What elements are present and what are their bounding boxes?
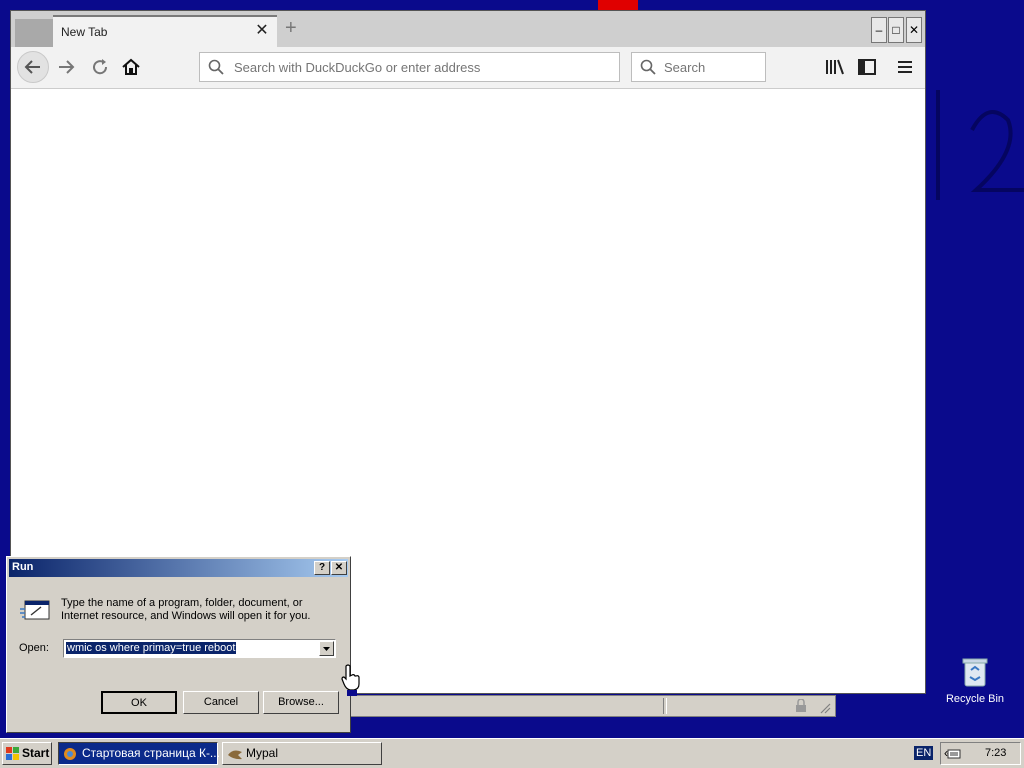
minimize-button[interactable]: –: [871, 17, 887, 43]
run-program-icon: [20, 600, 50, 620]
language-indicator[interactable]: EN: [914, 746, 934, 760]
new-tab-button[interactable]: +: [285, 17, 297, 40]
task-label: Mypal: [246, 746, 279, 760]
back-button[interactable]: [17, 51, 49, 83]
sidebar-icon[interactable]: [857, 58, 877, 76]
maximize-button[interactable]: □: [888, 17, 904, 43]
home-icon[interactable]: [120, 56, 142, 78]
address-input[interactable]: [232, 59, 616, 76]
open-combobox[interactable]: wmic os where primay=true reboot: [63, 639, 336, 658]
address-bar[interactable]: [199, 52, 620, 82]
recycle-bin-label: Recycle Bin: [945, 693, 1005, 705]
tab-new-tab[interactable]: New Tab ✕: [53, 15, 277, 47]
task-label: Стартовая страница К-...: [82, 746, 220, 760]
close-button[interactable]: ✕: [906, 17, 922, 43]
dialog-close-button[interactable]: ✕: [331, 561, 347, 575]
keyboard-icon[interactable]: [947, 748, 961, 760]
start-button[interactable]: Start: [2, 742, 52, 765]
dialog-description: Type the name of a program, folder, docu…: [61, 597, 311, 622]
search-input[interactable]: [662, 59, 761, 76]
recycle-bin-icon: [962, 658, 988, 687]
forward-arrow-icon[interactable]: [55, 56, 77, 78]
tab-strip: New Tab ✕ + – □ ✕: [11, 11, 925, 47]
recycle-bin-shortcut[interactable]: Recycle Bin: [940, 656, 1010, 708]
chevron-down-icon: [323, 647, 330, 651]
library-icon[interactable]: [825, 58, 845, 76]
taskbar: Start Стартовая страница К-... Mypal EN …: [0, 738, 1024, 768]
run-dialog: Run ? ✕ Type the name of a program, fold…: [6, 556, 351, 733]
clock[interactable]: 7:23: [985, 747, 1006, 759]
drag-indicator: [347, 690, 357, 696]
reload-icon[interactable]: [89, 56, 111, 78]
open-input[interactable]: wmic os where primay=true reboot: [66, 642, 237, 654]
tab-title: New Tab: [61, 25, 108, 39]
task-start-page[interactable]: Стартовая страница К-...: [58, 742, 220, 765]
dropdown-button[interactable]: [319, 641, 334, 656]
navigation-toolbar: [11, 47, 925, 89]
cancel-button[interactable]: Cancel: [183, 691, 259, 714]
task-mypal[interactable]: Mypal: [222, 742, 382, 765]
search-icon: [208, 59, 224, 75]
lock-icon: [796, 699, 806, 712]
mypal-icon: [228, 750, 242, 760]
hand-cursor-icon: [341, 664, 360, 691]
resize-grip-icon[interactable]: [819, 702, 831, 714]
dialog-title: Run: [12, 561, 34, 573]
system-tray: « 7:23: [940, 742, 1021, 765]
open-label: Open:: [19, 642, 49, 654]
tab-close-icon[interactable]: ✕: [253, 20, 271, 40]
windows-logo-icon: [6, 747, 19, 760]
background-window-statusbar: [346, 695, 836, 717]
back-arrow-icon: [24, 60, 40, 74]
menu-icon[interactable]: [895, 58, 915, 76]
dialog-title-bar[interactable]: Run ? ✕: [9, 559, 348, 577]
browse-button[interactable]: Browse...: [263, 691, 339, 714]
search-bar[interactable]: [631, 52, 766, 82]
browser-icon: [64, 748, 76, 760]
desktop-wallpaper-graphic: [936, 90, 1024, 200]
help-button[interactable]: ?: [314, 561, 330, 575]
ok-button[interactable]: OK: [101, 691, 177, 714]
start-label: Start: [22, 746, 50, 760]
search-icon: [640, 59, 656, 75]
tab-strip-spacer: [15, 19, 53, 47]
